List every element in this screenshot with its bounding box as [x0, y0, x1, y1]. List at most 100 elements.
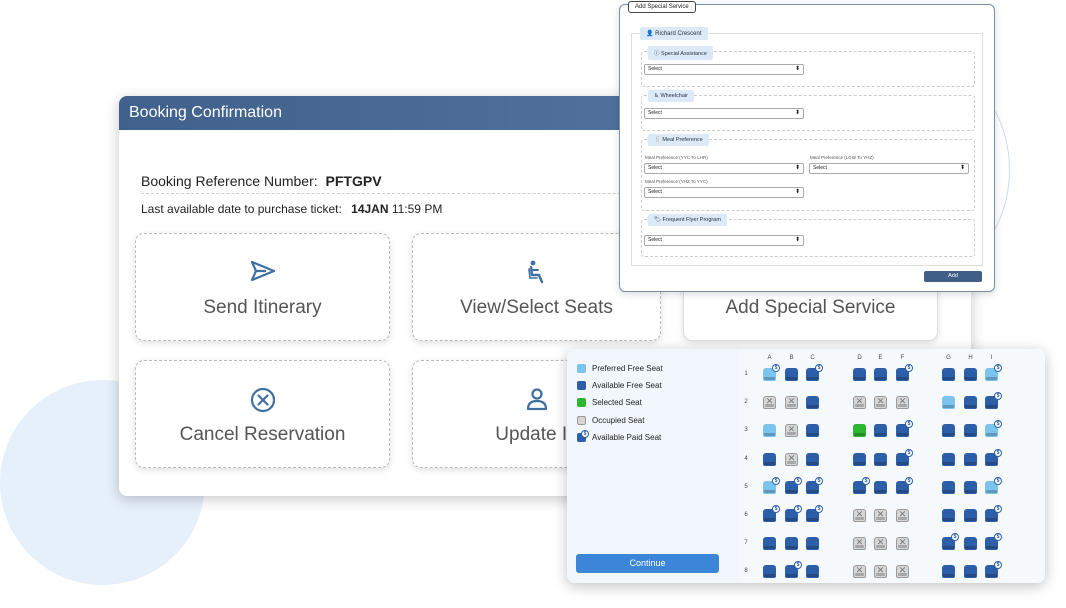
seat-6D	[853, 509, 866, 522]
seat-7G[interactable]: $	[942, 533, 959, 551]
seat-1F[interactable]: $	[896, 364, 913, 381]
seat-4C[interactable]	[806, 452, 819, 466]
seat-7I[interactable]: $	[985, 533, 1002, 551]
seat-5G[interactable]	[942, 480, 955, 494]
seat-1E[interactable]	[874, 368, 887, 381]
info-icon: ⓘ	[654, 51, 660, 57]
seat-5F[interactable]: $	[896, 476, 913, 494]
seat-6I[interactable]: $	[985, 505, 1002, 522]
seat-3D[interactable]	[853, 424, 866, 438]
seat-7A[interactable]	[763, 537, 776, 551]
seat-6A[interactable]: $	[763, 505, 780, 522]
seat-6C[interactable]: $	[806, 505, 823, 522]
seat-2H[interactable]	[964, 396, 977, 410]
seat-map-panel: Preferred Free Seat Available Free Seat …	[567, 349, 1045, 583]
paid-badge-icon: $	[815, 364, 823, 372]
seat-7B[interactable]	[785, 537, 798, 551]
seat-2I[interactable]: $	[985, 392, 1002, 410]
legend-selected-label: Selected Seat	[592, 397, 642, 407]
seat-2G[interactable]	[942, 396, 955, 410]
seat-1D[interactable]	[853, 368, 866, 381]
seat-3B	[785, 424, 798, 438]
last-purchase-label: Last available date to purchase ticket:	[141, 202, 342, 216]
legend-paid: $ Available Paid Seat	[577, 429, 661, 443]
send-itinerary-button[interactable]: Send Itinerary	[135, 233, 390, 341]
tag-icon: 🏷	[654, 217, 661, 223]
wheelchair-select[interactable]: Select	[644, 108, 804, 119]
seat-8B[interactable]: $	[785, 561, 802, 579]
seat-8G[interactable]	[942, 565, 955, 579]
seat-5E[interactable]	[874, 480, 887, 494]
seat-1I[interactable]: $	[985, 364, 1002, 381]
continue-button[interactable]: Continue	[576, 554, 719, 573]
last-purchase-time: 11:59 PM	[391, 202, 443, 216]
seat-7H[interactable]	[964, 537, 977, 551]
paid-badge-icon: $	[772, 505, 780, 513]
legend-available: Available Free Seat	[577, 379, 662, 391]
seat-1C[interactable]: $	[806, 364, 823, 381]
paid-badge-icon: $	[994, 392, 1002, 401]
meal-yhz-yyc-select[interactable]: Select	[644, 187, 804, 198]
seat-3I[interactable]: $	[985, 420, 1002, 438]
seat-5B[interactable]: $	[785, 476, 802, 494]
seat-4F[interactable]: $	[896, 448, 913, 466]
paid-badge-icon: $	[794, 561, 802, 570]
paid-badge-icon: $	[862, 476, 870, 485]
selected-seat-icon	[577, 397, 586, 407]
cancel-reservation-label: Cancel Reservation	[179, 424, 346, 445]
seat-6H[interactable]	[964, 509, 977, 522]
seat-3G[interactable]	[942, 424, 955, 438]
seat-1H[interactable]	[964, 368, 977, 381]
seat-4H[interactable]	[964, 452, 977, 466]
seat-5C[interactable]: $	[806, 476, 823, 494]
booking-reference-value: PFTGPV	[325, 173, 382, 189]
paid-badge-icon: $	[994, 476, 1002, 485]
seat-1B[interactable]	[785, 368, 798, 381]
send-itinerary-label: Send Itinerary	[203, 297, 322, 318]
seat-4A[interactable]	[763, 452, 776, 466]
legend-available-label: Available Free Seat	[592, 380, 662, 390]
paid-badge-icon: $	[994, 364, 1002, 372]
seat-6G[interactable]	[942, 509, 955, 522]
meal-lgw-yhz-select[interactable]: Select	[809, 163, 969, 174]
seat-8D	[853, 565, 866, 579]
seat-column-label: I	[990, 355, 993, 361]
legend-preferred: Preferred Free Seat	[577, 362, 663, 374]
seat-5H[interactable]	[964, 480, 977, 494]
seat-2D	[853, 396, 866, 410]
seat-4E[interactable]	[874, 452, 887, 466]
cancel-reservation-button[interactable]: Cancel Reservation	[135, 360, 390, 468]
seat-row-label: 5	[744, 483, 748, 490]
seat-3E[interactable]	[874, 424, 887, 438]
seat-row-label: 8	[744, 568, 748, 575]
seat-7C[interactable]	[806, 537, 819, 551]
seat-4D[interactable]	[853, 452, 866, 466]
paid-badge-icon: $	[794, 476, 802, 485]
preferred-seat-icon	[577, 363, 586, 373]
seat-6B[interactable]: $	[785, 505, 802, 522]
seat-row-label: 6	[744, 512, 748, 518]
seat-5A[interactable]: $	[763, 476, 780, 494]
seat-8H[interactable]	[964, 565, 977, 579]
seat-8C[interactable]	[806, 565, 819, 579]
cancel-circle-icon	[136, 387, 389, 413]
seat-3C[interactable]	[806, 424, 819, 438]
seat-3H[interactable]	[964, 424, 977, 438]
seat-1G[interactable]	[942, 368, 955, 381]
seat-2C[interactable]	[806, 396, 819, 410]
special-service-title: Add Special Service	[628, 1, 696, 13]
seat-4G[interactable]	[942, 452, 955, 466]
seat-3A[interactable]	[763, 424, 776, 438]
frequent-flyer-select[interactable]: Select	[644, 235, 804, 246]
legend-occupied-label: Occupied Seat	[592, 415, 645, 425]
seat-8A[interactable]	[763, 565, 776, 579]
seat-4I[interactable]: $	[985, 448, 1002, 466]
meal-yyc-lhr-select[interactable]: Select	[644, 163, 804, 174]
add-button[interactable]: Add	[924, 271, 982, 282]
special-assistance-select[interactable]: Select	[644, 64, 804, 75]
seat-1A[interactable]: $	[763, 364, 780, 381]
seat-5I[interactable]: $	[985, 476, 1002, 494]
seat-5D[interactable]: $	[853, 476, 870, 494]
seat-8I[interactable]: $	[985, 561, 1002, 579]
seat-3F[interactable]: $	[896, 420, 913, 438]
